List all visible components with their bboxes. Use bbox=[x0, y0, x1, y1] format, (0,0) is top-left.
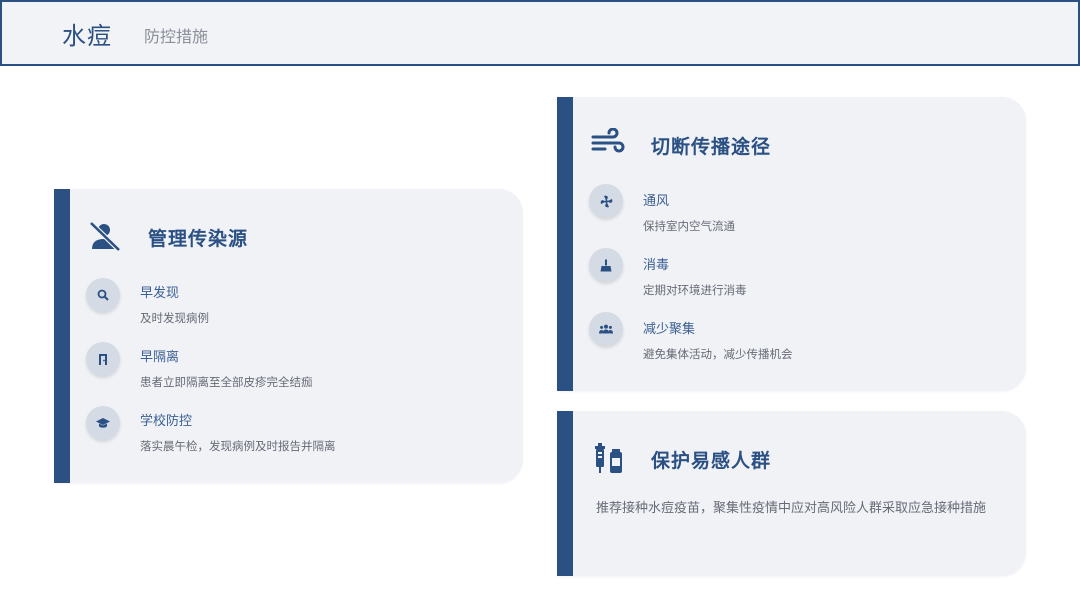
wind-icon bbox=[591, 127, 625, 162]
item-icon-circle bbox=[86, 406, 120, 440]
item-icon-circle bbox=[86, 278, 120, 312]
vaccine-icon bbox=[593, 441, 627, 475]
page-title: 水痘 bbox=[62, 22, 112, 50]
fan-icon bbox=[600, 195, 612, 207]
item-title: 早隔离 bbox=[140, 350, 180, 365]
card-title: 管理传染源 bbox=[148, 228, 249, 250]
item-title: 早发现 bbox=[140, 286, 180, 301]
item-title: 消毒 bbox=[643, 258, 670, 273]
item-desc: 患者立即隔离至全部皮疹完全结痂 bbox=[140, 375, 313, 389]
card-title: 切断传播途径 bbox=[651, 136, 772, 158]
protect-susceptible-card: 保护易感人群 推荐接种水痘疫苗，聚集性疫情中应对高风险人群采取应急接种措施 bbox=[557, 411, 1026, 576]
item-title: 减少聚集 bbox=[643, 322, 696, 337]
item-icon-circle bbox=[589, 248, 623, 282]
person-slash-icon bbox=[88, 219, 122, 253]
item-icon-circle bbox=[589, 184, 623, 218]
item-desc: 落实晨午检，发现病例及时报告并隔离 bbox=[140, 439, 336, 453]
search-icon bbox=[97, 289, 109, 301]
item-desc: 避免集体活动，减少传播机会 bbox=[643, 347, 793, 361]
item-desc: 保持室内空气流通 bbox=[643, 219, 735, 233]
item-icon-circle bbox=[589, 312, 623, 346]
item-icon-circle bbox=[86, 342, 120, 376]
people-group-icon bbox=[599, 324, 613, 334]
graduation-cap-icon bbox=[96, 418, 110, 428]
card-description: 推荐接种水痘疫苗，聚集性疫情中应对高风险人群采取应急接种措施 bbox=[596, 501, 987, 516]
item-desc: 定期对环境进行消毒 bbox=[643, 283, 747, 297]
item-title: 学校防控 bbox=[140, 414, 193, 429]
door-icon bbox=[99, 353, 107, 365]
card-title: 保护易感人群 bbox=[651, 450, 772, 472]
broom-icon bbox=[600, 259, 612, 271]
page-subtitle: 防控措施 bbox=[144, 27, 209, 46]
item-title: 通风 bbox=[643, 194, 670, 209]
item-desc: 及时发现病例 bbox=[140, 311, 209, 325]
header-bar: 水痘 防控措施 bbox=[0, 0, 1080, 66]
transmission-route-card: 切断传播途径 通风 保持室内空气流通 消毒 定期对环境进行消毒 减少聚集 避免集… bbox=[557, 97, 1026, 391]
source-control-card: 管理传染源 早发现 及时发现病例 早隔离 患者立即隔离至全部皮疹完全结痂 学校防… bbox=[54, 189, 523, 483]
